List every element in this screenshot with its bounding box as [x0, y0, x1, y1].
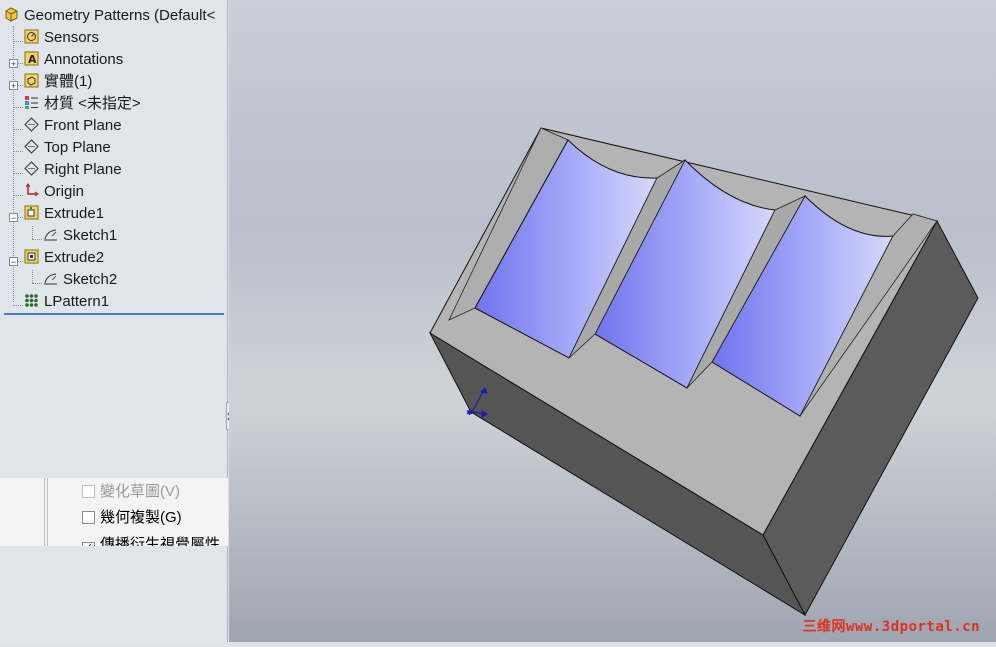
propagate-visual-properties-checkbox[interactable]: ✓	[82, 542, 95, 546]
tree-item-label: Extrude1	[44, 205, 105, 222]
svg-text:A: A	[28, 53, 37, 66]
extrude-cut-icon	[24, 249, 39, 264]
tree-item-label: Top Plane	[44, 139, 111, 156]
propagate-visual-properties-label: 傳播衍生視覺屬性	[100, 536, 221, 546]
pattern-options-group: 變化草圖(V) 幾何複製(G) ✓ 傳播衍生視覺屬性	[0, 478, 228, 546]
tree-item-annotations[interactable]: A Annotations	[24, 49, 123, 71]
part-icon	[4, 7, 19, 22]
vary-sketch-option[interactable]: 變化草圖(V)	[82, 481, 180, 503]
tree-item-label: Extrude2	[44, 249, 105, 266]
tree-item-front-plane[interactable]: Front Plane	[24, 115, 122, 137]
tree-item-sensors[interactable]: Sensors	[24, 27, 99, 49]
tree-item-label: 實體(1)	[44, 73, 93, 90]
tree-item-label: Front Plane	[44, 117, 122, 134]
tree-item-sketch2[interactable]: Sketch2	[43, 269, 117, 291]
plane-icon	[24, 117, 39, 132]
tree-item-label: Sketch1	[63, 227, 118, 244]
origin-icon	[24, 183, 39, 198]
propagate-visual-properties-clip: ✓ 傳播衍生視覺屬性	[0, 534, 228, 546]
vary-sketch-label: 變化草圖(V)	[100, 483, 180, 500]
tree-item-label: Sensors	[44, 29, 100, 46]
tree-item-solid-bodies[interactable]: 實體(1)	[24, 71, 92, 93]
watermark-text: 三维网www.3dportal.cn	[802, 619, 980, 635]
annotations-icon: A	[24, 51, 39, 66]
graphics-viewport[interactable]: * 三维网www.3dportal.cn	[229, 0, 996, 642]
expand-annotations-toggle[interactable]: +	[9, 59, 18, 69]
sketch-icon	[43, 271, 58, 286]
propagate-visual-properties-option[interactable]: ✓ 傳播衍生視覺屬性	[82, 534, 220, 546]
geometry-pattern-label: 幾何複製(G)	[100, 509, 182, 526]
expand-solid-bodies-toggle[interactable]: +	[9, 81, 18, 91]
sketch-icon	[43, 227, 58, 242]
tree-item-material[interactable]: 材質 <未指定>	[24, 93, 141, 115]
model-view: *	[428, 127, 979, 617]
sensors-icon	[24, 29, 39, 44]
tree-item-label: 材質 <未指定>	[44, 95, 141, 112]
feature-manager-panel: Geometry Patterns (Default< Sensors + A …	[0, 0, 228, 642]
tree-item-label: Sketch2	[63, 271, 118, 288]
tree-root-part[interactable]: Geometry Patterns (Default<	[4, 5, 215, 27]
solid-bodies-icon	[24, 73, 39, 88]
tree-item-label: Origin	[44, 183, 85, 200]
svg-text:*: *	[467, 409, 472, 420]
geometry-pattern-checkbox[interactable]	[82, 511, 95, 524]
rollback-bar[interactable]	[4, 313, 224, 315]
tree-item-label: Annotations	[44, 51, 124, 68]
linear-pattern-icon	[24, 293, 39, 308]
extrude-icon	[24, 205, 39, 220]
tree-item-right-plane[interactable]: Right Plane	[24, 159, 122, 181]
geometry-pattern-option[interactable]: 幾何複製(G)	[82, 507, 182, 529]
plane-icon	[24, 139, 39, 154]
collapse-extrude2-toggle[interactable]: −	[9, 257, 18, 267]
tree-item-top-plane[interactable]: Top Plane	[24, 137, 111, 159]
tree-item-extrude1[interactable]: Extrude1	[24, 203, 104, 225]
plane-icon	[24, 161, 39, 176]
part-name: Geometry Patterns (Default<	[24, 7, 216, 24]
vary-sketch-checkbox[interactable]	[82, 485, 95, 498]
tree-item-lpattern1[interactable]: LPattern1	[24, 291, 109, 313]
tree-item-origin[interactable]: Origin	[24, 181, 84, 203]
tree-item-sketch1[interactable]: Sketch1	[43, 225, 117, 247]
tree-item-label: Right Plane	[44, 161, 122, 178]
material-icon	[24, 95, 39, 110]
collapse-extrude1-toggle[interactable]: −	[9, 213, 18, 223]
tree-item-extrude2[interactable]: Extrude2	[24, 247, 104, 269]
tree-item-label: LPattern1	[44, 293, 110, 310]
